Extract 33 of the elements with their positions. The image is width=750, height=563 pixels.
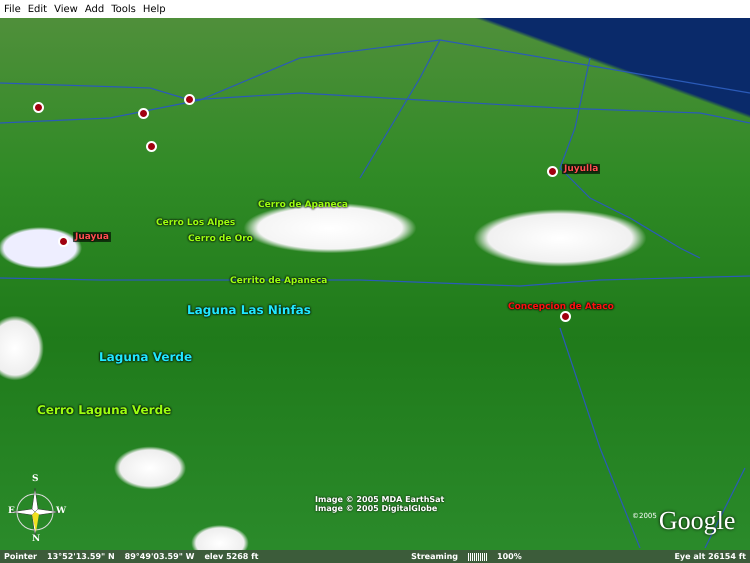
pointer-label: Pointer [4, 552, 37, 561]
image-credit: Image © 2005 DigitalGlobe [315, 504, 438, 513]
compass-letter: W [56, 506, 66, 516]
map-place-label[interactable]: Laguna Verde [99, 350, 192, 364]
map-place-label[interactable]: Cerro Laguna Verde [37, 403, 172, 417]
compass-letter: S [32, 474, 38, 484]
menu-item[interactable]: View [54, 4, 78, 14]
compass-letter: E [8, 506, 15, 516]
place-marker-icon[interactable] [184, 94, 195, 105]
compass-letter: N [32, 534, 40, 544]
place-marker-icon[interactable] [33, 102, 44, 113]
map-place-label[interactable]: Juyulla [562, 164, 600, 174]
elevation-text: elev 5268 ft [204, 552, 258, 561]
latitude-text: 13°52'13.59" N [47, 552, 115, 561]
place-marker-icon[interactable] [560, 311, 571, 322]
map-place-label[interactable]: Cerro de Oro [188, 234, 253, 244]
streaming-percent: 100% [497, 552, 522, 561]
longitude-text: 89°49'03.59" W [124, 552, 194, 561]
place-marker-icon[interactable] [58, 236, 69, 247]
menu-item[interactable]: Help [142, 4, 166, 14]
place-marker-icon[interactable] [146, 141, 157, 152]
map-place-label[interactable]: Laguna Las Ninfas [187, 303, 311, 317]
menu-item[interactable]: Edit [28, 4, 48, 14]
place-marker-icon[interactable] [138, 108, 149, 119]
eye-altitude-text: Eye alt 26154 ft [674, 552, 746, 561]
menu-item[interactable]: Tools [111, 4, 136, 14]
map-place-label[interactable]: Cerro Los Alpes [156, 218, 236, 228]
menu-item[interactable]: File [4, 4, 21, 14]
map-place-label[interactable]: Juayua [73, 232, 111, 242]
menu-item[interactable]: Add [84, 4, 104, 14]
place-marker-icon[interactable] [547, 166, 558, 177]
streaming-label: Streaming [411, 552, 458, 561]
image-credit: Image © 2005 MDA EarthSat [315, 495, 444, 504]
